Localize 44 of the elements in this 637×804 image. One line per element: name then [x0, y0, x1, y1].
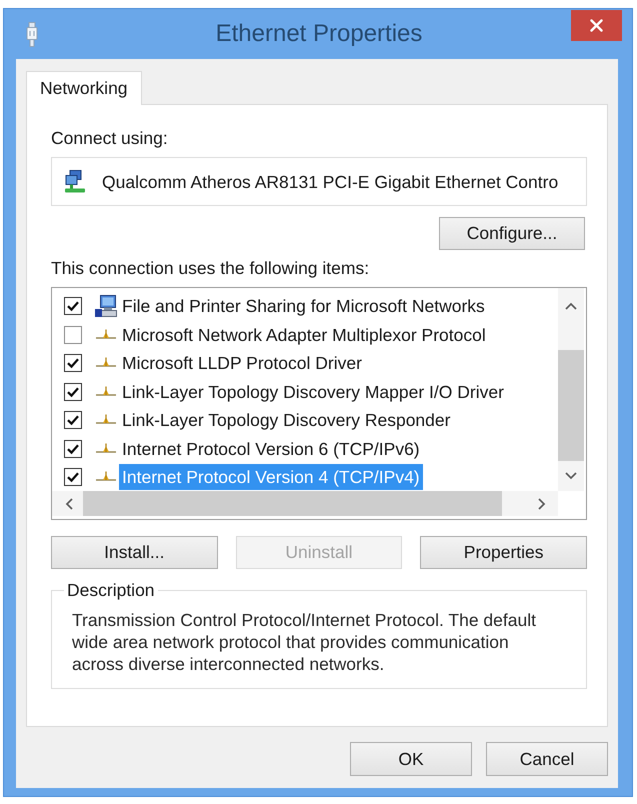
plug-icon — [26, 22, 38, 46]
description-legend: Description — [64, 580, 158, 600]
dialog-button[interactable]: Cancel — [486, 742, 608, 776]
chevron-left-icon[interactable] — [65, 498, 73, 510]
list-item[interactable]: Internet Protocol Version 6 (TCP/IPv6) — [119, 436, 423, 462]
protocol-icon — [94, 414, 118, 426]
tab[interactable]: Networking — [26, 71, 142, 105]
list-item[interactable]: Link-Layer Topology Discovery Responder — [119, 407, 454, 434]
checkbox[interactable] — [64, 468, 82, 486]
description-text: Transmission Control Protocol/Internet Protocol. The default wide area network protocol that provides communication across diverse interconnected networks. — [72, 609, 537, 675]
adapter-name: Qualcomm Atheros AR8131 PCI-E Gigabit Ethernet Contro — [102, 170, 558, 192]
network-adapter-icon — [63, 170, 87, 193]
checkbox[interactable] — [64, 382, 82, 401]
list-item[interactable]: Link-Layer Topology Discovery Mapper I/O Driver — [119, 378, 507, 405]
protocol-icon — [94, 442, 118, 455]
checkbox[interactable] — [64, 354, 82, 372]
checkbox[interactable] — [64, 297, 82, 316]
protocol-icon — [94, 471, 118, 484]
list-item[interactable]: Microsoft Network Adapter Multiplexor Protocol — [119, 322, 489, 348]
checkbox[interactable] — [64, 326, 82, 344]
checkbox[interactable] — [64, 411, 82, 430]
chevron-down-icon[interactable] — [565, 472, 577, 480]
dialog-button[interactable]: OK — [350, 742, 472, 776]
chevron-up-icon[interactable] — [565, 302, 577, 310]
protocol-icon — [94, 328, 118, 341]
horizontal-scrollbar[interactable] — [52, 491, 558, 516]
list-item[interactable]: File and Printer Sharing for Microsoft Networks — [119, 293, 488, 320]
connect-using-label: Connect using: — [51, 128, 168, 148]
close-icon — [590, 19, 603, 32]
protocol-icon — [94, 357, 118, 370]
protocol-icon — [94, 386, 118, 398]
chevron-right-icon[interactable] — [538, 498, 546, 510]
checkbox[interactable] — [64, 440, 82, 458]
configure-button[interactable]: Configure... — [439, 217, 585, 250]
action-button[interactable]: Properties — [420, 536, 587, 569]
window-title: Ethernet Properties — [216, 20, 422, 48]
close-button[interactable] — [571, 10, 622, 41]
computer-icon — [94, 294, 118, 318]
vertical-scrollbar[interactable] — [558, 288, 584, 491]
scrollbar-thumb[interactable] — [558, 350, 584, 461]
list-item[interactable]: Microsoft LLDP Protocol Driver — [119, 350, 365, 376]
action-button[interactable]: Install... — [51, 536, 218, 569]
items-label: This connection uses the following items: — [51, 258, 370, 278]
scrollbar-thumb[interactable] — [83, 491, 502, 516]
